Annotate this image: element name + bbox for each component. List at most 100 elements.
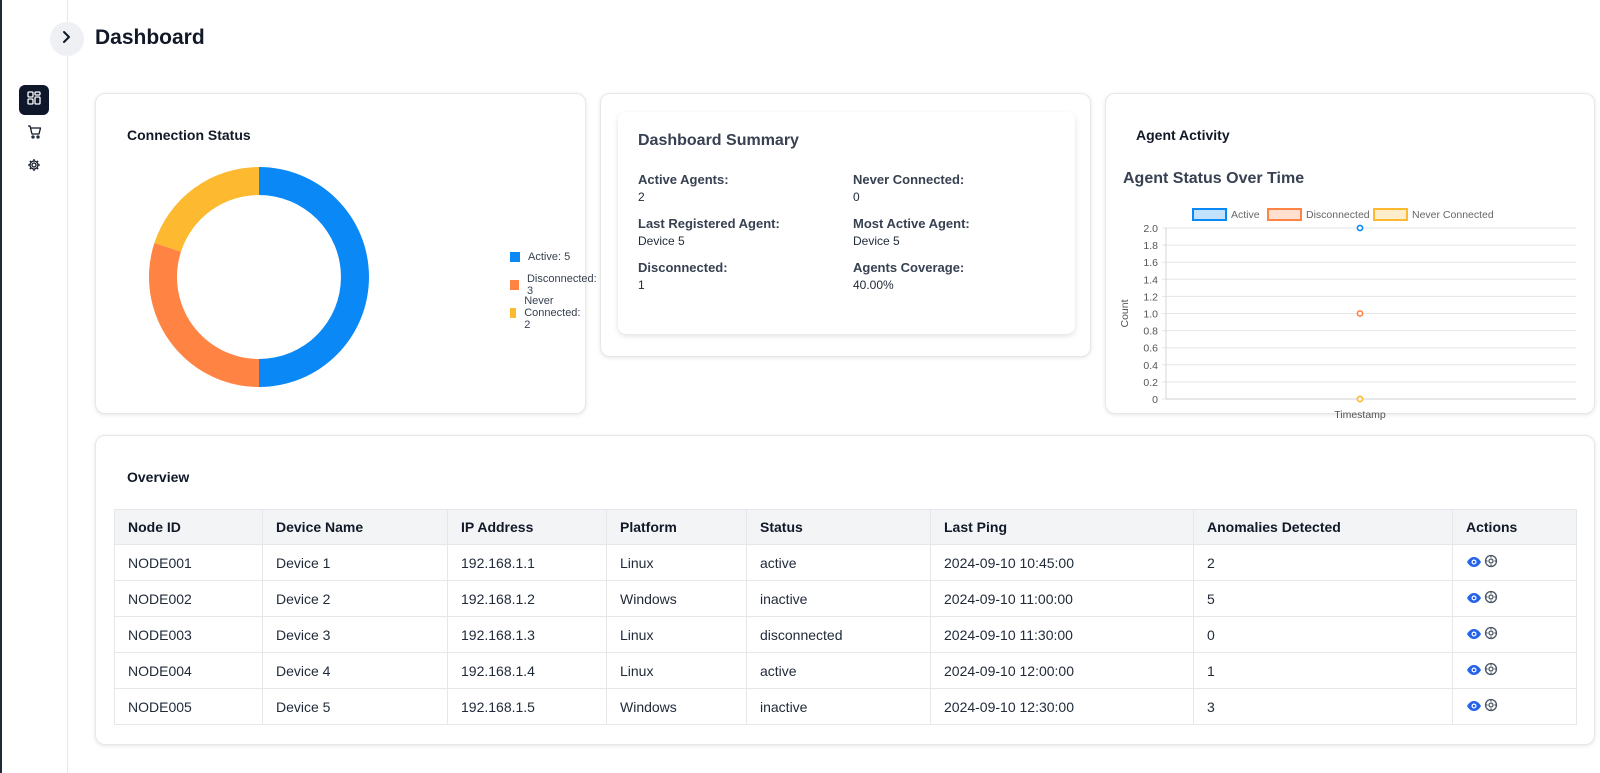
last-ping-cell: 2024-09-10 11:00:00 [930,580,1194,617]
view-eye-icon[interactable] [1466,555,1482,571]
donut-slice-disconnected [148,243,259,387]
actions-cell [1452,616,1577,653]
device-name-cell: Device 3 [262,616,448,653]
anomalies-cell: 3 [1193,688,1453,725]
y-tick-label: 1.8 [1143,240,1158,252]
ip-cell: 192.168.1.1 [447,544,607,581]
platform-cell: Linux [606,652,747,689]
overview-table: Node ID Device Name IP Address Platform … [114,509,1577,725]
settings-gear-icon[interactable] [1484,626,1498,643]
col-anomalies: Anomalies Detected [1193,509,1453,545]
disconnected-value: 1 [638,278,645,292]
anomalies-cell: 1 [1193,652,1453,689]
chart-heading: Agent Status Over Time [1123,170,1305,187]
donut-slice-never-connected [154,167,259,252]
ip-cell: 192.168.1.5 [447,688,607,725]
coverage-value: 40.00% [853,278,894,292]
chevron-right-icon [61,30,73,49]
last-ping-cell: 2024-09-10 12:00:00 [930,652,1194,689]
agent-activity-card: Agent Activity Agent Status Over Time Ac… [1105,93,1595,421]
table-row: NODE003 Device 3 192.168.1.3 Linux disconnec… [114,616,1577,653]
last-registered-value: Device 5 [638,234,685,248]
anomalies-cell: 5 [1193,580,1453,617]
settings-gear-icon[interactable] [1484,554,1498,571]
ip-cell: 192.168.1.3 [447,616,607,653]
view-eye-icon[interactable] [1466,627,1482,643]
device-name-cell: Device 1 [262,544,448,581]
dashboard-icon [27,90,41,110]
connection-status-card: Connection Status Active: 5 Disconnected… [95,93,597,414]
ip-cell: 192.168.1.2 [447,580,607,617]
most-active-label: Most Active Agent: [853,216,970,231]
status-cell: inactive [746,688,931,725]
sidebar-item-settings[interactable] [19,152,49,182]
platform-cell: Linux [606,544,747,581]
cart-icon [27,124,42,144]
legend-label-disconnected: Disconnected: 3 [526,273,597,297]
device-name-cell: Device 4 [262,652,448,689]
col-actions: Actions [1452,509,1577,545]
sidebar-item-cart[interactable] [19,119,49,149]
active-agents-label: Active Agents: [638,172,729,187]
page-title: Dashboard [95,26,205,49]
y-tick-label: 2.0 [1143,223,1158,235]
x-axis-label: Timestamp [1334,409,1386,421]
actions-cell [1452,652,1577,689]
col-last-ping: Last Ping [930,509,1194,545]
agent-activity-title: Agent Activity [1136,127,1230,143]
dashboard-summary-panel: Dashboard Summary Active Agents: 2 Never… [618,112,1075,334]
device-name-cell: Device 5 [262,688,448,725]
view-eye-icon[interactable] [1466,699,1482,715]
data-point-never-connected [1356,395,1364,403]
settings-gear-icon[interactable] [1484,662,1498,679]
y-tick-label: 0.2 [1143,377,1158,389]
view-eye-icon[interactable] [1466,663,1482,679]
settings-gear-icon[interactable] [1484,590,1498,607]
settings-gear-icon[interactable] [1484,698,1498,715]
never-connected-value: 0 [853,190,860,204]
last-ping-cell: 2024-09-10 10:45:00 [930,544,1194,581]
status-cell: disconnected [746,616,931,653]
connection-donut-chart [148,167,369,387]
legend-swatch-never-connected [1373,208,1408,221]
legend-label-active: Active: 5 [528,251,571,263]
platform-cell: Windows [606,688,747,725]
sidebar-toggle-button[interactable] [50,22,84,56]
table-row: NODE005 Device 5 192.168.1.5 Windows inactiv… [114,688,1577,725]
never-connected-label: Never Connected: [853,172,965,187]
overview-card: Overview Node ID Device Name IP Address … [95,435,1595,745]
connection-status-title: Connection Status [127,127,251,143]
y-tick-label: 0.4 [1143,360,1158,372]
last-ping-cell: 2024-09-10 11:30:00 [930,616,1194,653]
active-agents-value: 2 [638,190,645,204]
agent-status-chart: Active Disconnected Never Connected 2.0 1.8 1… [1119,208,1576,421]
sidebar [0,0,68,773]
node-id-cell: NODE003 [114,616,263,653]
status-cell: active [746,544,931,581]
legend-item-never-connected: Never Connected: 2 [510,295,585,331]
table-row: NODE004 Device 4 192.168.1.4 Linux active 202… [114,652,1577,689]
legend-swatch-active [510,252,520,262]
legend-item-active: Active: 5 [510,251,570,263]
sidebar-item-dashboard[interactable] [19,85,49,115]
sidebar-edge [0,0,2,773]
table-header-row: Node ID Device Name IP Address Platform … [114,509,1577,545]
node-id-cell: NODE004 [114,652,263,689]
legend-item-disconnected: Disconnected: 3 [510,273,598,297]
y-axis-label: Count [1119,299,1131,327]
y-tick-label: 1.4 [1143,274,1158,286]
anomalies-cell: 2 [1193,544,1453,581]
anomalies-cell: 0 [1193,616,1453,653]
y-tick-label: 0.6 [1143,343,1158,355]
view-eye-icon[interactable] [1466,591,1482,607]
actions-cell [1452,544,1577,581]
legend-label-active: Active [1231,209,1260,221]
overview-title: Overview [127,469,190,485]
last-registered-label: Last Registered Agent: [638,216,780,231]
summary-title: Dashboard Summary [638,132,799,149]
ip-cell: 192.168.1.4 [447,652,607,689]
last-ping-cell: 2024-09-10 12:30:00 [930,688,1194,725]
node-id-cell: NODE005 [114,688,263,725]
y-tick-label: 1.0 [1143,309,1158,321]
table-row: NODE001 Device 1 192.168.1.1 Linux active 202… [114,544,1577,581]
